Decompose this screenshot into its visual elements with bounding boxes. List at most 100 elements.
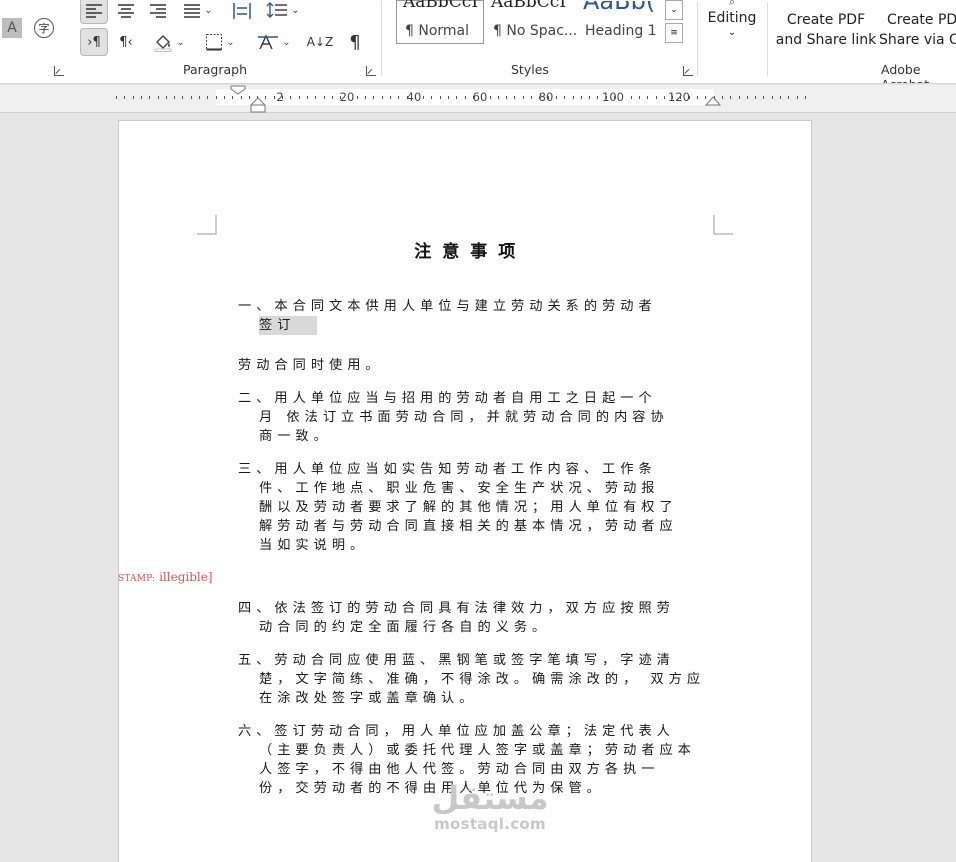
- ruler-tick: [190, 96, 192, 99]
- share-outlook-label: Share via Outlook: [879, 32, 956, 48]
- ruler-tick: [464, 96, 466, 99]
- line-spacing-button[interactable]: ⌄: [262, 0, 304, 24]
- create-pdf-label: Create PDF: [786, 12, 866, 28]
- phonetic-guide-button[interactable]: 字: [32, 16, 56, 40]
- style-normal[interactable]: AaBbCcI ¶ Normal: [396, 0, 484, 44]
- clause-5-line-1: 五、劳动合同应使用蓝、黑钢笔或签字笔填写，字迹清: [238, 653, 675, 668]
- ruler-tick: [489, 96, 491, 99]
- document-page[interactable]: 注 意 事 项 一、本合同文本供用人单位与建立劳动关系的劳动者 签订 劳动合同时…: [118, 120, 812, 862]
- ruler-tick: [306, 96, 308, 99]
- shading-button[interactable]: ⌄: [148, 28, 190, 56]
- asian-layout-button[interactable]: ⌄: [252, 28, 296, 56]
- style-heading-1[interactable]: AaBb( Heading 1: [576, 0, 664, 44]
- watermark-english: mostaql.com: [434, 815, 546, 833]
- align-left-button[interactable]: [80, 0, 108, 24]
- show-formatting-marks-button[interactable]: ¶: [342, 28, 368, 56]
- create-pdf-label: Create PDF: [887, 12, 956, 28]
- justify-button[interactable]: ⌄: [177, 0, 219, 24]
- ruler-tick: [215, 96, 217, 99]
- borders-button[interactable]: ⌄: [198, 28, 242, 56]
- ruler-tick: [165, 96, 167, 99]
- editing-button[interactable]: ⌕ Editing ⌄: [703, 0, 761, 48]
- group-divider: [697, 2, 698, 76]
- search-icon: ⌕: [728, 0, 736, 8]
- create-pdf-share-link-button[interactable]: Create PDF and Share link: [774, 10, 878, 50]
- clause-4-line-1: 四、依法签订的劳动合同具有法律效力，双方应按照劳: [238, 601, 675, 616]
- editing-label: Editing: [707, 10, 757, 26]
- clause-2-line-1: 二、用人单位应当与招用的劳动者自用工之日起一个: [238, 391, 657, 406]
- ruler-number: 40: [406, 90, 422, 104]
- rtl-text-direction-button[interactable]: ¶‹: [113, 28, 139, 56]
- ruler-tick: [647, 96, 649, 99]
- ruler-tick: [298, 96, 300, 99]
- clause-5-line-2: 楚，文字简练、准确，不得涂改。确需涂改的， 双方应: [259, 672, 706, 687]
- ruler-tick: [580, 96, 582, 99]
- ruler-tick: [572, 96, 574, 99]
- clause-1-line-3: 劳动合同时使用。: [238, 358, 384, 373]
- ruler-tick: [140, 96, 142, 99]
- ruler-tick: [763, 96, 765, 99]
- ltr-icon: ›¶: [87, 34, 101, 50]
- ruler-tick: [323, 96, 325, 99]
- paragraph-dialog-launcher[interactable]: [366, 66, 376, 76]
- character-shading-button[interactable]: A: [2, 18, 22, 38]
- sort-button[interactable]: A↓Z: [306, 28, 334, 56]
- clause-5-line-3: 在涂改处签字或盖章确认。: [259, 691, 478, 706]
- paragraph-group-label: Paragraph: [183, 62, 248, 77]
- hanging-indent-marker[interactable]: [250, 97, 266, 113]
- font-dialog-launcher[interactable]: [54, 66, 64, 76]
- ruler-tick: [555, 96, 557, 99]
- styles-more-button[interactable]: ≡: [665, 23, 683, 43]
- ruler-tick: [149, 96, 151, 99]
- right-indent-marker[interactable]: [705, 96, 721, 106]
- ruler-tick: [771, 96, 773, 99]
- distributed-button[interactable]: [229, 0, 255, 24]
- ruler-tick: [290, 96, 292, 99]
- styles-dialog-launcher[interactable]: [683, 66, 693, 76]
- adobe-group-label: Adobe Acrobat: [881, 62, 929, 83]
- chevron-down-icon: ⌄: [204, 4, 213, 16]
- align-center-button[interactable]: [113, 0, 139, 24]
- clause-2-line-3: 商一致。: [259, 429, 332, 444]
- ruler-tick: [373, 96, 375, 99]
- clause-3-line-3: 酬以及劳动者要求了解的其他情况；用人单位有权了: [259, 500, 678, 515]
- ruler-tick: [199, 96, 200, 99]
- align-center-icon: [118, 4, 134, 18]
- asian-layout-icon: [258, 34, 279, 50]
- ruler-tick: [315, 96, 317, 99]
- ruler-tick: [721, 96, 723, 99]
- create-pdf-share-outlook-button[interactable]: Create PDF Share via Outlook: [879, 10, 956, 50]
- chevron-down-icon: ⌄: [670, 5, 678, 15]
- ruler-tick: [788, 96, 790, 99]
- share-link-label: and Share link: [775, 32, 877, 48]
- ruler-tick: [273, 96, 275, 99]
- styles-gallery: AaBbCcI ¶ Normal AaBbCcI ¶ No Spac... Aa…: [394, 0, 664, 46]
- first-line-indent-marker[interactable]: [230, 85, 246, 95]
- ruler-tick: [223, 96, 225, 99]
- ruler-tick: [638, 96, 640, 99]
- ruler-tick: [232, 96, 234, 99]
- ruler-tick: [207, 96, 209, 99]
- styles-group-label: Styles: [511, 62, 549, 77]
- watermark-arabic: مستقل: [431, 779, 549, 817]
- ruler-tick: [730, 96, 732, 99]
- align-right-icon: [150, 4, 166, 18]
- ruler-tick: [182, 96, 184, 99]
- ruler-tick: [456, 96, 458, 99]
- styles-scroll-down-button[interactable]: ⌄: [665, 0, 683, 20]
- chevron-down-icon: ⌄: [727, 27, 737, 38]
- ltr-text-direction-button[interactable]: ›¶: [80, 28, 108, 56]
- style-name: ¶ Normal: [405, 23, 470, 39]
- align-right-button[interactable]: [145, 0, 171, 24]
- clause-6-line-3: 人签字，不得由他人代签。劳动合同由双方各执一: [259, 762, 660, 777]
- ruler-tick: [331, 96, 333, 99]
- clause-3-line-5: 当如实说明。: [259, 538, 369, 553]
- ruler-tick: [738, 96, 740, 99]
- ruler-tick: [514, 96, 516, 99]
- ruler-tick: [531, 96, 532, 99]
- ruler-tick: [663, 96, 665, 99]
- ruler-tick: [157, 96, 159, 99]
- style-no-spacing[interactable]: AaBbCcI ¶ No Spac...: [484, 0, 577, 44]
- ruler-tick: [697, 96, 698, 99]
- stamp-text: illegible]: [159, 570, 213, 584]
